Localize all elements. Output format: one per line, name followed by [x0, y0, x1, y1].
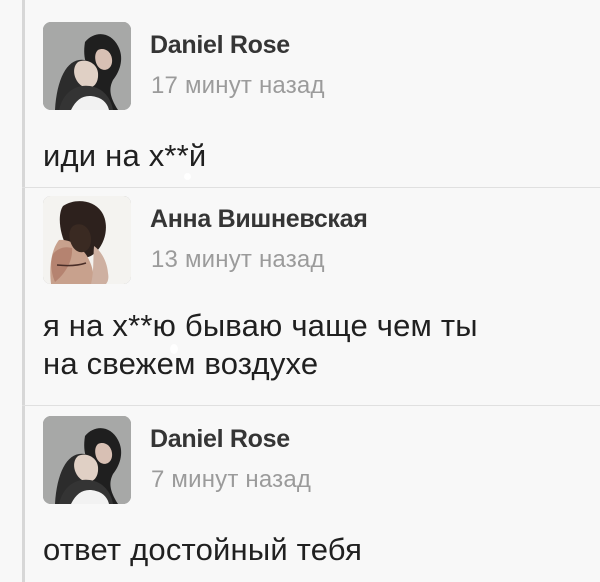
feed-left-border [22, 0, 25, 582]
image-artifact-dot [184, 173, 191, 180]
post-time: 17 минут назад [151, 72, 325, 99]
profile-photo-avatar-icon [43, 22, 131, 110]
author-name[interactable]: Daniel Rose [150, 425, 290, 454]
profile-photo-avatar-icon [43, 416, 131, 504]
message-line: я на х**ю бываю чаще чем ты [43, 308, 478, 343]
message-text: я на х**ю бываю чаще чем ты на свежем во… [43, 307, 583, 383]
post-separator [22, 187, 600, 188]
avatar[interactable] [43, 196, 131, 284]
author-name[interactable]: Daniel Rose [150, 31, 290, 60]
message-text: ответ достойный тебя [43, 531, 583, 569]
avatar[interactable] [43, 416, 131, 504]
author-name[interactable]: Анна Вишневская [150, 205, 368, 234]
post-time: 13 минут назад [151, 246, 325, 273]
message-line: на свежем воздухе [43, 346, 319, 381]
post-separator [22, 405, 600, 406]
message-feed: Daniel Rose 17 минут назад иди на х**й А… [0, 0, 600, 582]
message-text: иди на х**й [43, 137, 583, 175]
avatar[interactable] [43, 22, 131, 110]
message-line: иди на х**й [43, 138, 207, 173]
post-time: 7 минут назад [151, 466, 312, 493]
profile-photo-avatar-icon [43, 196, 131, 284]
message-line: ответ достойный тебя [43, 532, 363, 567]
image-artifact-dot [170, 344, 178, 354]
